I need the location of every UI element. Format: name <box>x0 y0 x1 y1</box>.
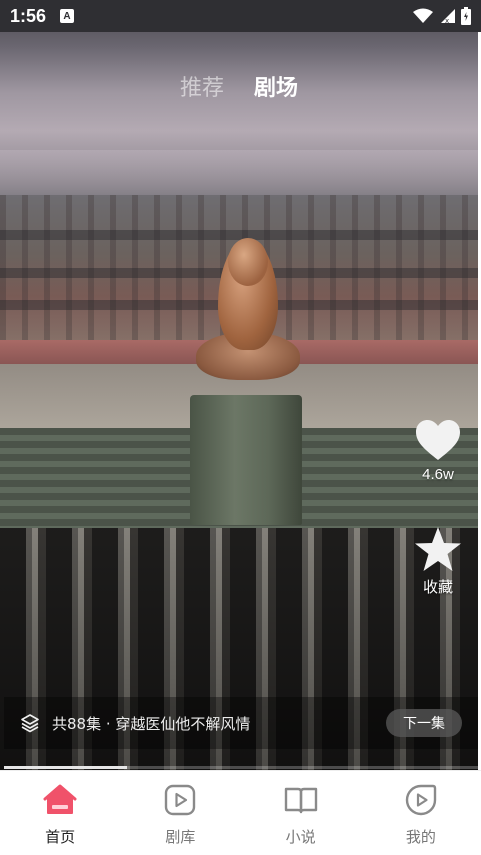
nav-home[interactable]: 首页 <box>0 771 120 855</box>
video-roof-band <box>0 230 478 240</box>
battery-icon <box>461 7 471 25</box>
video-pedestal <box>190 395 302 525</box>
episode-info-bar[interactable]: 共88集 · 穿越医仙他不解风情 下一集 <box>4 697 478 749</box>
nav-profile[interactable]: 我的 <box>361 771 481 855</box>
bottom-navigation: 首页 剧库 小说 我的 <box>0 770 481 855</box>
like-button[interactable]: 4.6w <box>413 418 463 483</box>
svg-text:x: x <box>445 17 449 24</box>
nav-novel-label: 小说 <box>285 828 316 846</box>
nav-profile-label: 我的 <box>405 828 436 846</box>
next-episode-button[interactable]: 下一集 <box>386 709 462 737</box>
wifi-icon <box>413 8 433 23</box>
star-icon <box>415 527 461 571</box>
profile-play-icon <box>404 783 438 817</box>
top-tabs: 推荐 剧场 <box>0 70 478 102</box>
episode-title: 共88集 · 穿越医仙他不解风情 <box>52 714 251 733</box>
video-progress-bar[interactable] <box>4 766 478 769</box>
video-finial-top <box>228 238 268 286</box>
tab-theater[interactable]: 剧场 <box>254 70 298 102</box>
book-icon <box>284 783 318 817</box>
like-count: 4.6w <box>422 466 454 483</box>
signal-icon: x <box>441 9 455 24</box>
video-player[interactable] <box>0 0 478 770</box>
layers-icon <box>21 714 39 733</box>
favorite-button[interactable]: 收藏 <box>413 526 463 597</box>
nav-novel[interactable]: 小说 <box>241 771 361 855</box>
play-square-icon <box>163 783 197 817</box>
status-bar: 1:56 A x <box>0 0 481 32</box>
heart-icon <box>416 420 460 460</box>
tab-recommend[interactable]: 推荐 <box>180 70 224 102</box>
favorite-label: 收藏 <box>422 579 453 596</box>
status-time: 1:56 <box>10 5 47 26</box>
nav-library-label: 剧库 <box>165 828 196 846</box>
notification-icon: A <box>60 9 75 23</box>
home-icon <box>43 783 77 817</box>
status-indicators: x <box>413 7 471 25</box>
nav-library[interactable]: 剧库 <box>120 771 240 855</box>
video-progress-fill <box>4 766 128 769</box>
nav-home-label: 首页 <box>45 828 76 846</box>
